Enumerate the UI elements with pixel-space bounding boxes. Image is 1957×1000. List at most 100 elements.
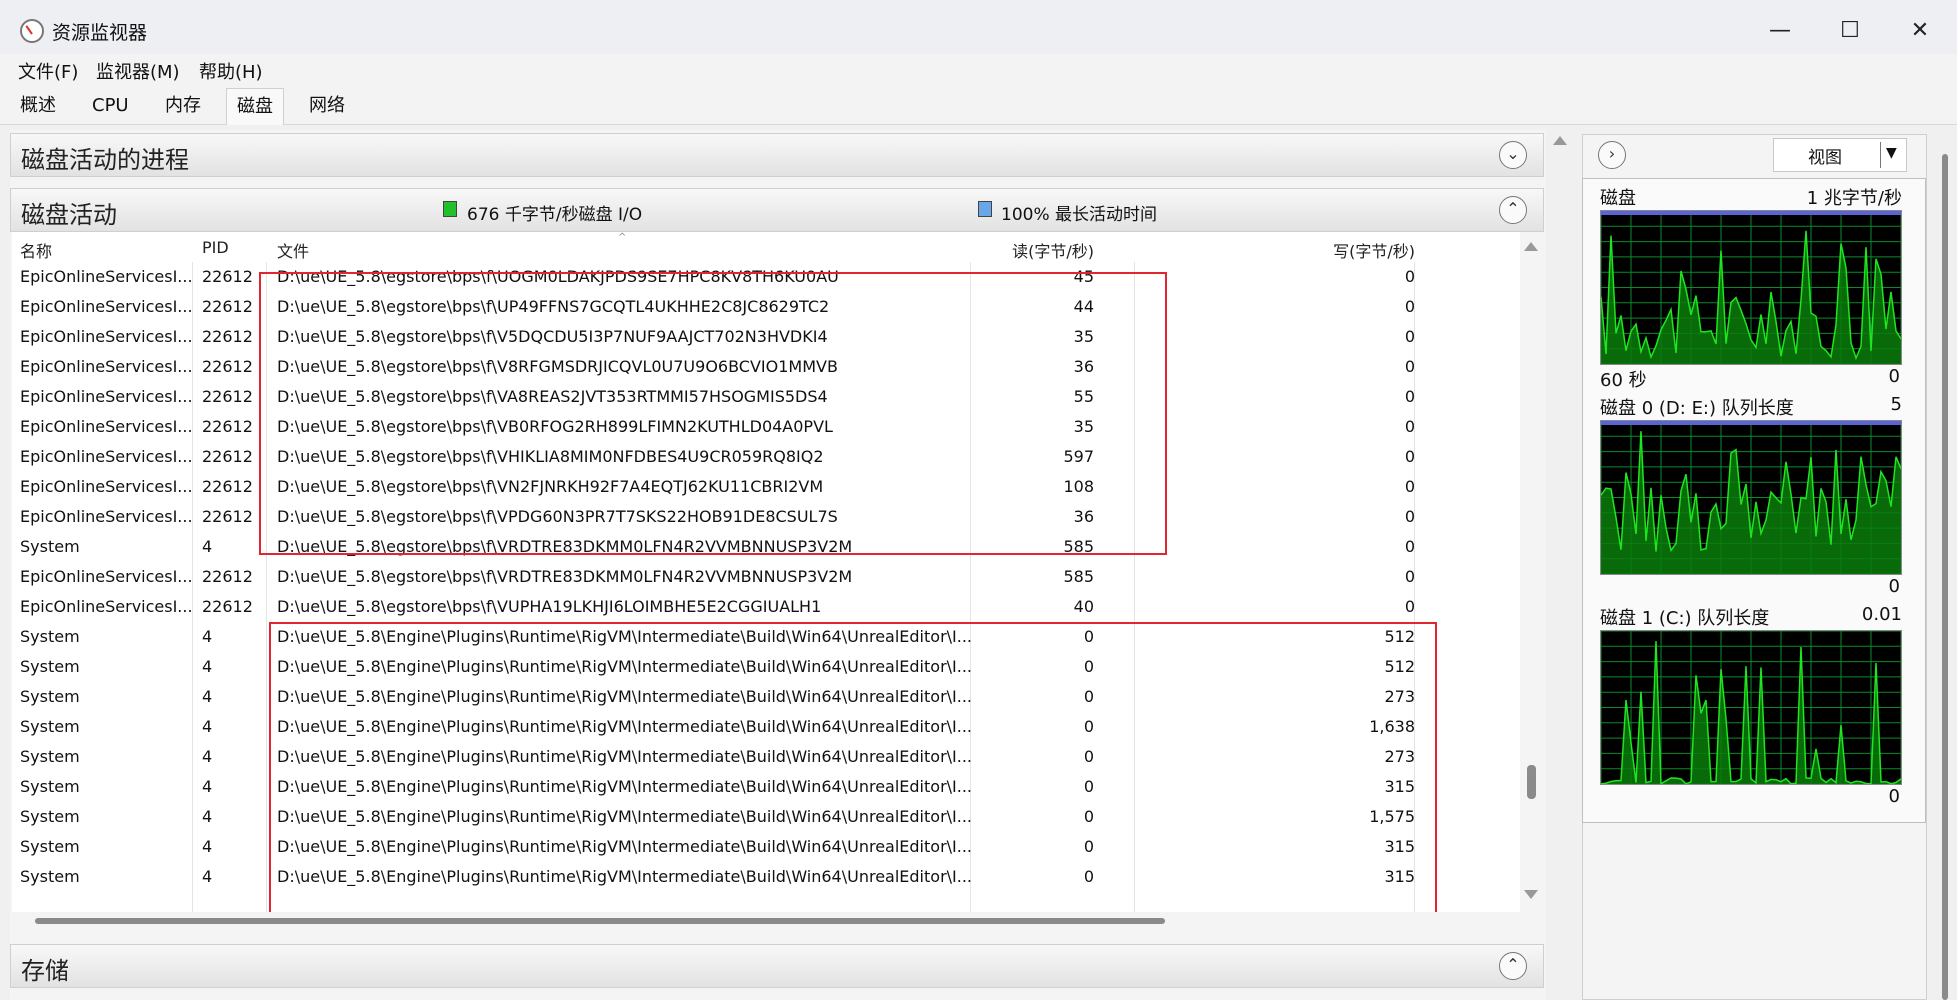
graph-max-bar <box>1601 421 1901 425</box>
highlight-box-rigvm <box>269 622 1437 920</box>
cell-pid: 4 <box>202 537 213 556</box>
cell-read: 585 <box>1063 567 1094 586</box>
processes-section-header[interactable]: 磁盘活动的进程 ⌄ <box>10 133 1544 177</box>
cell-name: System <box>20 837 80 856</box>
section-title: 磁盘活动的进程 <box>21 146 189 174</box>
column-header-read[interactable]: 读(字节/秒) <box>982 238 1094 262</box>
cell-file: D:\ue\UE_5.8\egstore\bps\f\VUPHA19LKHJI6… <box>277 597 822 616</box>
cell-pid: 4 <box>202 717 213 736</box>
cell-pid: 4 <box>202 687 213 706</box>
cell-pid: 4 <box>202 837 213 856</box>
graph-min-label: 0 <box>1888 786 1900 807</box>
section-title: 存储 <box>21 957 69 985</box>
storage-section-header[interactable]: 存储 ⌃ <box>10 944 1544 988</box>
cell-pid: 22612 <box>202 327 253 346</box>
scroll-down-arrow-icon[interactable] <box>1524 890 1538 899</box>
title-bar <box>0 0 1957 62</box>
cell-write: 0 <box>1404 537 1415 556</box>
disk-activity-section-header[interactable]: 磁盘活动 676 千字节/秒磁盘 I/O 100% 最长活动时间 ⌃ <box>10 188 1544 232</box>
graph-min-label: 0 <box>1888 366 1900 387</box>
maximize-button[interactable]: ☐ <box>1818 10 1882 52</box>
cell-pid: 4 <box>202 657 213 676</box>
cell-pid: 22612 <box>202 297 253 316</box>
cell-name: System <box>20 777 80 796</box>
menu-bar <box>0 54 1957 84</box>
expand-chevron-right-icon[interactable]: › <box>1598 141 1626 169</box>
cell-write: 0 <box>1404 357 1415 376</box>
cell-name: EpicOnlineServicesI... <box>20 477 193 496</box>
cell-name: System <box>20 537 80 556</box>
cell-write: 0 <box>1404 567 1415 586</box>
table-row[interactable]: EpicOnlineServicesI... 22612 D:\ue\UE_5.8\… <box>12 562 1524 592</box>
tab-overview[interactable]: 概述 <box>10 88 66 124</box>
menu-file[interactable]: 文件(F) <box>18 58 78 84</box>
graph-title: 磁盘 <box>1600 188 1636 209</box>
cell-pid: 4 <box>202 627 213 646</box>
graph-title: 磁盘 1 (C:) 队列长度 <box>1600 608 1770 629</box>
column-header-file[interactable]: 文件 <box>277 238 309 262</box>
cell-pid: 22612 <box>202 477 253 496</box>
dropdown-caret-icon[interactable]: ▼ <box>1886 145 1897 161</box>
cell-name: System <box>20 627 80 646</box>
minimize-button[interactable]: — <box>1748 10 1812 52</box>
cell-pid: 22612 <box>202 267 253 286</box>
column-header-write[interactable]: 写(字节/秒) <box>1137 238 1415 262</box>
cell-name: System <box>20 747 80 766</box>
graph-title: 磁盘 0 (D: E:) 队列长度 <box>1600 398 1794 419</box>
cell-read: 40 <box>1073 597 1094 616</box>
cell-pid: 4 <box>202 867 213 886</box>
vertical-scroll-thumb[interactable] <box>1527 765 1536 799</box>
tab-network[interactable]: 网络 <box>299 88 355 124</box>
tab-disk[interactable]: 磁盘 <box>226 88 284 125</box>
disk-activity-table: 名称 PID 文件 ^ 读(字节/秒) 写(字节/秒) EpicOnlineSe… <box>12 232 1524 920</box>
expand-chevron-down-icon[interactable]: ⌄ <box>1499 141 1527 169</box>
cell-name: System <box>20 807 80 826</box>
graph-canvas <box>1601 211 1901 364</box>
sort-caret-icon: ^ <box>618 232 627 243</box>
cell-write: 0 <box>1404 597 1415 616</box>
cell-name: EpicOnlineServicesI... <box>20 387 193 406</box>
disk1-queue-graph <box>1600 630 1902 785</box>
highlight-box-egstore <box>259 272 1167 555</box>
cell-pid: 22612 <box>202 597 253 616</box>
active-time-legend-text: 100% 最长活动时间 <box>1001 205 1158 225</box>
disk0-queue-graph <box>1600 420 1902 575</box>
scroll-up-arrow-icon[interactable] <box>1524 242 1538 251</box>
tab-memory[interactable]: 内存 <box>155 88 211 124</box>
tab-cpu[interactable]: CPU <box>82 88 139 124</box>
collapse-chevron-up-icon[interactable]: ⌃ <box>1499 196 1527 224</box>
menu-monitor[interactable]: 监视器(M) <box>96 58 180 84</box>
cell-write: 0 <box>1404 417 1415 436</box>
window-title: 资源监视器 <box>52 22 148 44</box>
cell-pid: 22612 <box>202 387 253 406</box>
panel-scroll-thumb[interactable] <box>1942 154 1948 1000</box>
io-legend-swatch <box>443 201 457 217</box>
cell-pid: 4 <box>202 807 213 826</box>
cell-name: EpicOnlineServicesI... <box>20 507 193 526</box>
graph-canvas <box>1601 421 1901 574</box>
cell-name: EpicOnlineServicesI... <box>20 267 193 286</box>
cell-pid: 22612 <box>202 567 253 586</box>
graph-min-label: 0 <box>1888 576 1900 597</box>
dropdown-divider <box>1880 142 1881 168</box>
horizontal-scroll-thumb[interactable] <box>35 918 1165 924</box>
table-vertical-scrollbar[interactable] <box>1520 232 1542 912</box>
resource-monitor-icon <box>20 19 44 43</box>
cell-name: EpicOnlineServicesI... <box>20 567 193 586</box>
graph-time-label: 60 秒 <box>1600 370 1647 391</box>
column-header-name[interactable]: 名称 <box>20 238 52 262</box>
close-button[interactable]: ✕ <box>1888 10 1952 52</box>
cell-write: 0 <box>1404 327 1415 346</box>
panel-scroll-up-icon[interactable] <box>1553 136 1567 145</box>
graph-max-label: 0.01 <box>1861 604 1902 625</box>
graph-max-label: 5 <box>1890 394 1902 415</box>
cell-name: EpicOnlineServicesI... <box>20 327 193 346</box>
collapse-chevron-up-icon[interactable]: ⌃ <box>1499 952 1527 980</box>
cell-name: EpicOnlineServicesI... <box>20 447 193 466</box>
column-header-pid[interactable]: PID <box>202 238 229 257</box>
table-row[interactable]: EpicOnlineServicesI... 22612 D:\ue\UE_5.8\… <box>12 592 1524 622</box>
menu-help[interactable]: 帮助(H) <box>199 58 263 84</box>
graph-max-label: 1 兆字节/秒 <box>1806 188 1902 209</box>
cell-name: System <box>20 717 80 736</box>
cell-name: System <box>20 657 80 676</box>
